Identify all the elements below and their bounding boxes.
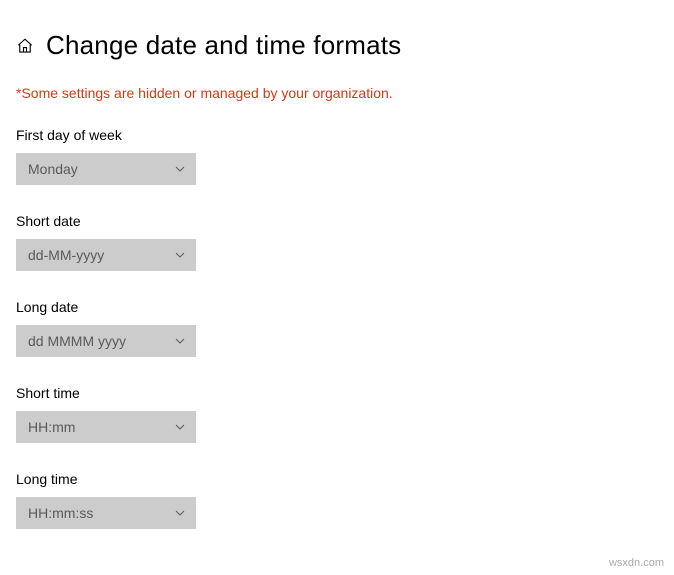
long-time-value: HH:mm:ss	[28, 505, 174, 521]
long-date-dropdown[interactable]: dd MMMM yyyy	[16, 325, 196, 357]
org-managed-warning: *Some settings are hidden or managed by …	[16, 85, 658, 101]
setting-first-day: First day of week Monday	[16, 127, 658, 185]
setting-long-time: Long time HH:mm:ss	[16, 471, 658, 529]
setting-long-date: Long date dd MMMM yyyy	[16, 299, 658, 357]
page-header: Change date and time formats	[16, 30, 658, 61]
chevron-down-icon	[174, 421, 186, 433]
long-time-dropdown[interactable]: HH:mm:ss	[16, 497, 196, 529]
chevron-down-icon	[174, 335, 186, 347]
first-day-value: Monday	[28, 161, 174, 177]
setting-short-date: Short date dd-MM-yyyy	[16, 213, 658, 271]
page-title: Change date and time formats	[46, 30, 401, 61]
long-date-label: Long date	[16, 299, 658, 315]
short-time-value: HH:mm	[28, 419, 174, 435]
short-date-label: Short date	[16, 213, 658, 229]
first-day-dropdown[interactable]: Monday	[16, 153, 196, 185]
chevron-down-icon	[174, 163, 186, 175]
short-date-value: dd-MM-yyyy	[28, 247, 174, 263]
long-time-label: Long time	[16, 471, 658, 487]
chevron-down-icon	[174, 249, 186, 261]
short-time-dropdown[interactable]: HH:mm	[16, 411, 196, 443]
chevron-down-icon	[174, 507, 186, 519]
watermark: wsxdn.com	[609, 557, 664, 569]
short-date-dropdown[interactable]: dd-MM-yyyy	[16, 239, 196, 271]
long-date-value: dd MMMM yyyy	[28, 333, 174, 349]
first-day-label: First day of week	[16, 127, 658, 143]
home-icon[interactable]	[16, 37, 34, 55]
short-time-label: Short time	[16, 385, 658, 401]
setting-short-time: Short time HH:mm	[16, 385, 658, 443]
